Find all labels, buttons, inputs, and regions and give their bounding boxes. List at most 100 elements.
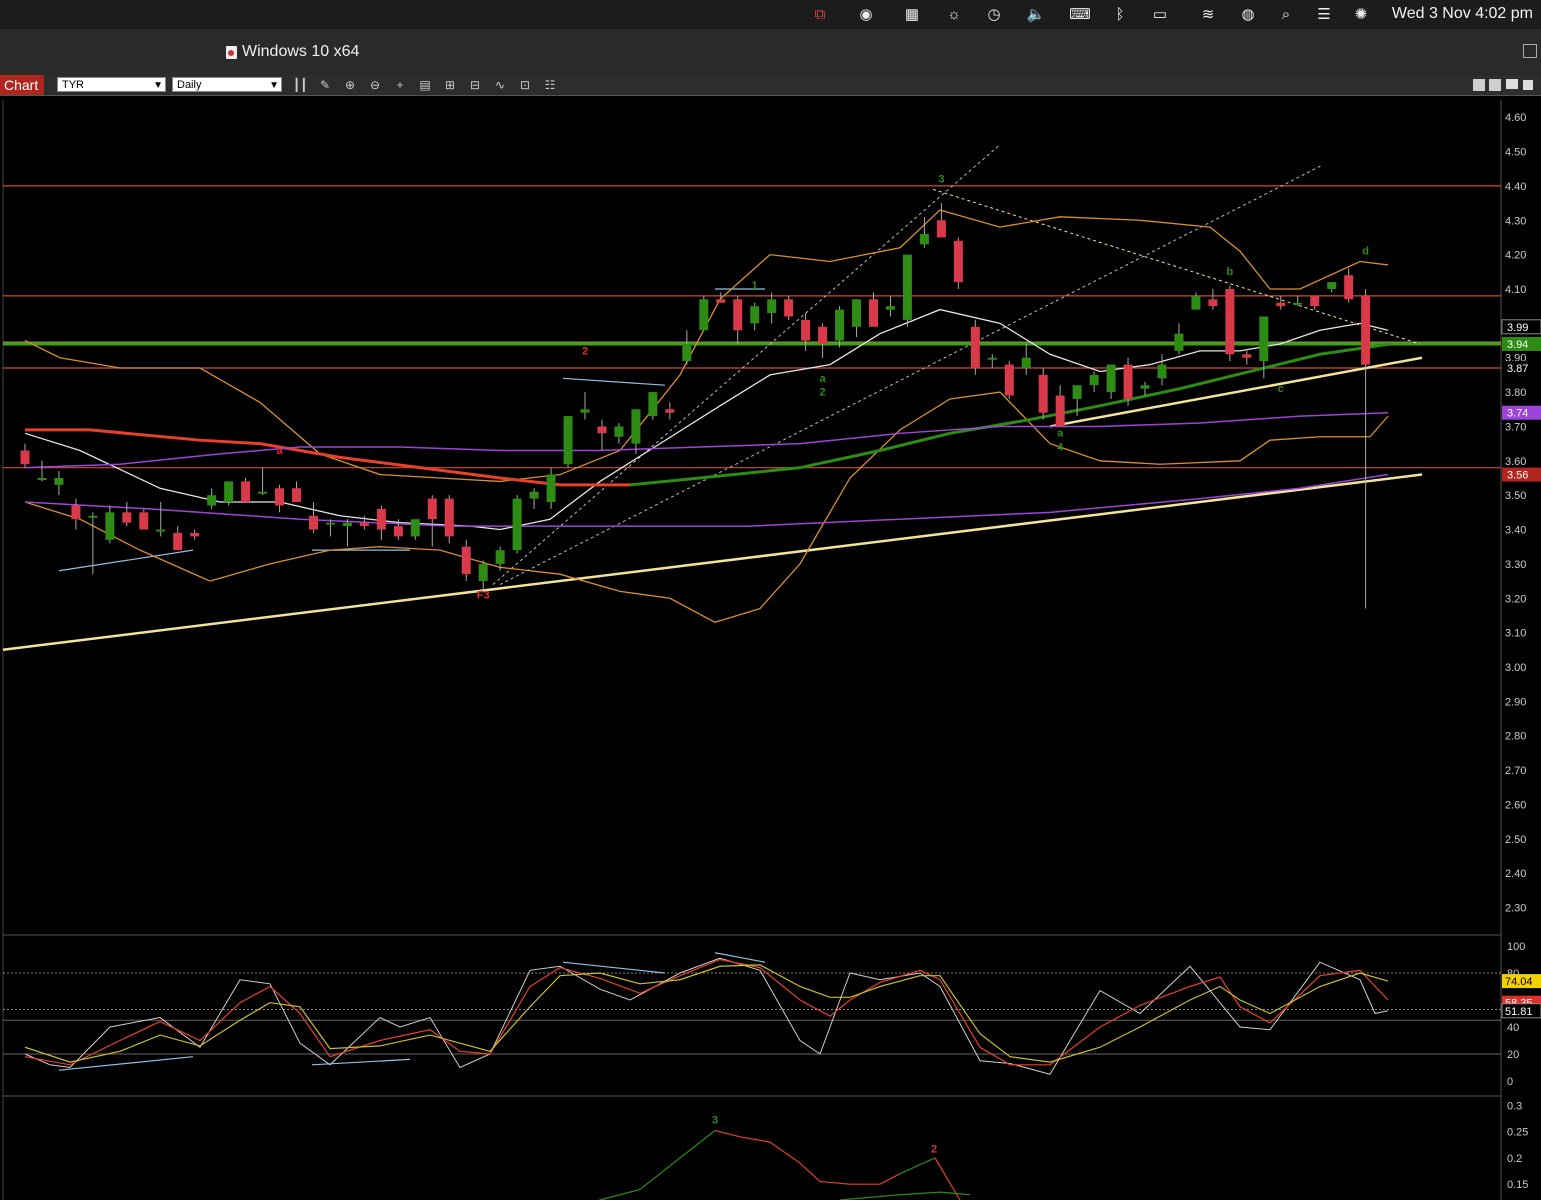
wifi-icon[interactable]: ≋ [1198,5,1218,23]
candle-body [359,522,369,527]
slow-moving-average [25,428,630,487]
wave-label: 3 [712,1115,718,1127]
candle-body [275,488,285,506]
control-center-icon[interactable]: ☰ [1314,5,1334,23]
price-chart[interactable]: a2F31a23a4bcd4.604.504.404.304.204.103.9… [0,0,1541,1200]
chevron-down-icon: ▼ [153,80,163,91]
siri-icon[interactable]: ✺ [1351,5,1371,23]
zoom-out-icon[interactable]: ⊖ [368,78,382,92]
chart-background [3,100,1501,1200]
window-manager-icon[interactable]: ▦ [902,5,922,23]
wave-label: b [1227,266,1234,278]
candle-body [716,299,726,303]
bluetooth-icon[interactable]: ᛒ [1110,5,1130,23]
list-icon[interactable]: ☷ [543,78,557,92]
candle-body [376,508,386,530]
wave-label: a [1057,428,1064,440]
price-axis-tick-label: 4.30 [1505,215,1526,227]
properties-icon[interactable]: ▤ [418,78,432,92]
dashed-trendline [492,144,1001,585]
stochastic-axis-tick-label: 0 [1507,1076,1513,1088]
candle-body [54,477,64,485]
input-source-icon[interactable]: ⌨ [1069,5,1091,23]
stochastic-axis-tick-label: 20 [1507,1049,1519,1061]
candle-body [987,357,997,360]
price-axis-tick-label: 2.50 [1505,834,1526,846]
crosshair-icon[interactable]: + [393,78,407,92]
stochastic-d-line [24,964,1389,1063]
dashed-trendline [932,188,1421,345]
wave-label: c [1278,383,1284,395]
draw-tool-icon[interactable]: ✎ [318,78,332,92]
studies-icon[interactable]: ⊟ [468,78,482,92]
price-axis-tick-label: 2.40 [1505,868,1526,880]
candle-body [224,481,234,503]
candle-body [393,526,403,537]
candle-body [1140,385,1150,389]
interval-select[interactable]: Daily ▼ [172,77,282,92]
price-axis-tick-label: 4.20 [1505,250,1526,262]
bar-type-icon[interactable]: ┃┃ [293,78,307,92]
zoom-in-icon[interactable]: ⊕ [343,78,357,92]
brightness-icon[interactable]: ☼ [944,5,964,23]
chevron-down-icon: ▼ [269,80,279,91]
price-marker-label: 3.56 [1507,470,1528,482]
tile-window-button[interactable] [1473,79,1485,91]
candle-body [1361,295,1371,365]
template-icon[interactable]: ⊡ [518,78,532,92]
candle-body [852,299,862,327]
candle-body [325,522,335,525]
stochastic-marker-label: 58.35 [1505,998,1533,1010]
chart-toolbar: Chart TYR ▼ Daily ▼ ┃┃ ✎ ⊕ ⊖ + ▤ ⊞ ⊟ ∿ ⊡ ☷ [0,75,1541,96]
indicators-icon[interactable]: ⊞ [443,78,457,92]
parallels-icon[interactable]: ⧉ [810,5,830,23]
symbol-select[interactable]: TYR ▼ [57,77,166,92]
candle-body [750,306,760,324]
candle-body [1089,374,1099,386]
divergence-line [311,1058,411,1066]
oscillator-line [934,1157,961,1200]
candle-body [869,299,878,327]
candle-body [258,491,268,494]
screen-share-icon[interactable]: ◉ [856,5,876,23]
time-machine-icon[interactable]: ◷ [984,5,1004,23]
candle-body [818,326,828,344]
candle-body [580,409,590,413]
candle-body [173,532,183,551]
candle-body [1021,357,1031,369]
candle-body [597,426,607,434]
price-axis-tick-label: 3.40 [1505,525,1526,537]
lower-axis-tick-label: 0.25 [1507,1127,1528,1139]
candle-body [784,299,794,317]
price-marker [1502,361,1541,376]
minimize-chart-button[interactable] [1506,79,1518,91]
restore-window-icon[interactable] [1523,44,1537,58]
search-icon[interactable]: ⌕ [1276,5,1296,23]
stochastic-marker [1502,995,1541,1010]
price-marker-label: 3.74 [1507,408,1528,420]
divergence-line [58,549,194,572]
candle-body [970,326,980,369]
stochastic-marker-label: 51.81 [1505,1006,1533,1018]
fast-moving-average [24,308,1389,531]
divergence-line [714,952,766,963]
candle-body [885,306,895,310]
wave-label: a [276,445,283,457]
lower-axis-tick-label: 0.3 [1507,1100,1522,1112]
wave-label: d [1362,246,1369,258]
cascade-window-button[interactable] [1489,79,1501,91]
price-axis-tick-label: 3.70 [1505,421,1526,433]
user-icon[interactable]: ◍ [1238,5,1258,23]
menubar-clock[interactable]: Wed 3 Nov 4:02 pm [1392,5,1533,23]
maximize-chart-button[interactable] [1522,79,1534,91]
candle-body [648,392,658,417]
battery-icon[interactable]: ▭ [1150,5,1170,23]
candle-body [919,234,929,245]
chart-tab[interactable]: Chart [0,75,44,95]
stochastic-marker-label: 74.04 [1505,976,1533,988]
price-marker-label: 3.94 [1507,339,1528,351]
drawings-icon[interactable]: ∿ [493,78,507,92]
candle-body [427,498,437,520]
price-axis-tick-label: 2.80 [1505,731,1526,743]
volume-icon[interactable]: 🔈 [1026,5,1046,23]
